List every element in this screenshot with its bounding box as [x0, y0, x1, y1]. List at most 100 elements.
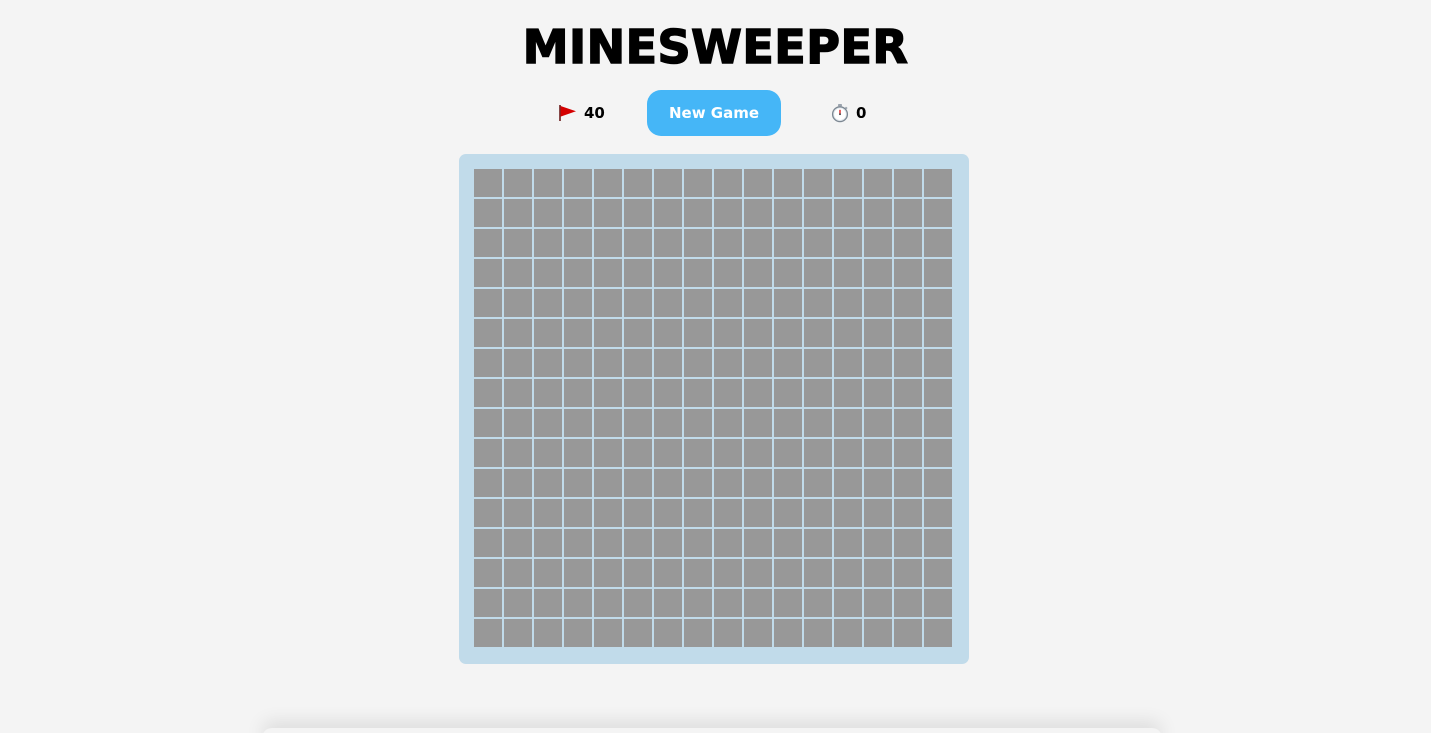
board-cell[interactable] — [894, 379, 922, 407]
board-cell[interactable] — [564, 349, 592, 377]
board-cell[interactable] — [534, 529, 562, 557]
board-cell[interactable] — [714, 619, 742, 647]
board-cell[interactable] — [834, 169, 862, 197]
board-cell[interactable] — [834, 229, 862, 257]
board-cell[interactable] — [864, 319, 892, 347]
board-cell[interactable] — [744, 529, 772, 557]
board-cell[interactable] — [924, 469, 952, 497]
board-cell[interactable] — [834, 499, 862, 527]
board-cell[interactable] — [534, 349, 562, 377]
board-cell[interactable] — [804, 199, 832, 227]
board-cell[interactable] — [684, 319, 712, 347]
board-cell[interactable] — [564, 289, 592, 317]
board-cell[interactable] — [564, 259, 592, 287]
board-cell[interactable] — [834, 199, 862, 227]
board-cell[interactable] — [924, 529, 952, 557]
board-cell[interactable] — [684, 499, 712, 527]
board-cell[interactable] — [654, 619, 682, 647]
board-cell[interactable] — [684, 409, 712, 437]
board-cell[interactable] — [504, 349, 532, 377]
board-cell[interactable] — [504, 379, 532, 407]
board-cell[interactable] — [864, 619, 892, 647]
board-cell[interactable] — [774, 409, 802, 437]
board-cell[interactable] — [504, 319, 532, 347]
new-game-button[interactable]: New Game — [647, 90, 781, 136]
board-cell[interactable] — [474, 349, 502, 377]
board-cell[interactable] — [504, 289, 532, 317]
board-cell[interactable] — [774, 199, 802, 227]
board-cell[interactable] — [564, 319, 592, 347]
board-cell[interactable] — [744, 589, 772, 617]
board-cell[interactable] — [534, 169, 562, 197]
board-cell[interactable] — [924, 199, 952, 227]
board-cell[interactable] — [804, 229, 832, 257]
board-cell[interactable] — [474, 199, 502, 227]
board-cell[interactable] — [714, 319, 742, 347]
board-cell[interactable] — [474, 589, 502, 617]
board-cell[interactable] — [504, 409, 532, 437]
board-cell[interactable] — [594, 469, 622, 497]
board-cell[interactable] — [834, 349, 862, 377]
board-cell[interactable] — [594, 199, 622, 227]
board-cell[interactable] — [534, 289, 562, 317]
board-cell[interactable] — [504, 499, 532, 527]
board-cell[interactable] — [474, 319, 502, 347]
board-cell[interactable] — [624, 289, 652, 317]
board-cell[interactable] — [714, 589, 742, 617]
board-cell[interactable] — [594, 619, 622, 647]
board-cell[interactable] — [924, 229, 952, 257]
board-cell[interactable] — [804, 259, 832, 287]
board-cell[interactable] — [894, 559, 922, 587]
board-cell[interactable] — [654, 259, 682, 287]
board-cell[interactable] — [624, 529, 652, 557]
board-cell[interactable] — [894, 289, 922, 317]
board-cell[interactable] — [654, 529, 682, 557]
board-cell[interactable] — [774, 529, 802, 557]
board-cell[interactable] — [654, 319, 682, 347]
board-cell[interactable] — [924, 439, 952, 467]
board-cell[interactable] — [714, 169, 742, 197]
board-cell[interactable] — [654, 589, 682, 617]
board-cell[interactable] — [924, 169, 952, 197]
board-cell[interactable] — [834, 529, 862, 557]
board-cell[interactable] — [714, 199, 742, 227]
board-cell[interactable] — [474, 259, 502, 287]
board-cell[interactable] — [624, 319, 652, 347]
board-cell[interactable] — [744, 229, 772, 257]
board-cell[interactable] — [474, 529, 502, 557]
board-cell[interactable] — [744, 199, 772, 227]
board-cell[interactable] — [714, 259, 742, 287]
board-cell[interactable] — [774, 499, 802, 527]
board-cell[interactable] — [594, 379, 622, 407]
board-cell[interactable] — [564, 169, 592, 197]
board-cell[interactable] — [624, 259, 652, 287]
board-cell[interactable] — [774, 589, 802, 617]
board-cell[interactable] — [594, 349, 622, 377]
board-cell[interactable] — [624, 559, 652, 587]
board-cell[interactable] — [714, 289, 742, 317]
board-cell[interactable] — [714, 409, 742, 437]
board-cell[interactable] — [564, 409, 592, 437]
board-cell[interactable] — [834, 619, 862, 647]
board-cell[interactable] — [504, 559, 532, 587]
board-cell[interactable] — [804, 589, 832, 617]
board-cell[interactable] — [894, 619, 922, 647]
board-cell[interactable] — [624, 469, 652, 497]
board-cell[interactable] — [894, 409, 922, 437]
board-cell[interactable] — [564, 589, 592, 617]
board-cell[interactable] — [924, 319, 952, 347]
board-cell[interactable] — [474, 619, 502, 647]
board-cell[interactable] — [594, 319, 622, 347]
board-cell[interactable] — [804, 439, 832, 467]
board-cell[interactable] — [894, 469, 922, 497]
board-cell[interactable] — [774, 559, 802, 587]
board-cell[interactable] — [834, 409, 862, 437]
board-cell[interactable] — [474, 439, 502, 467]
board-cell[interactable] — [564, 439, 592, 467]
board-cell[interactable] — [924, 349, 952, 377]
board-cell[interactable] — [504, 259, 532, 287]
board-cell[interactable] — [774, 229, 802, 257]
board-cell[interactable] — [624, 199, 652, 227]
board-cell[interactable] — [774, 619, 802, 647]
board-cell[interactable] — [564, 529, 592, 557]
